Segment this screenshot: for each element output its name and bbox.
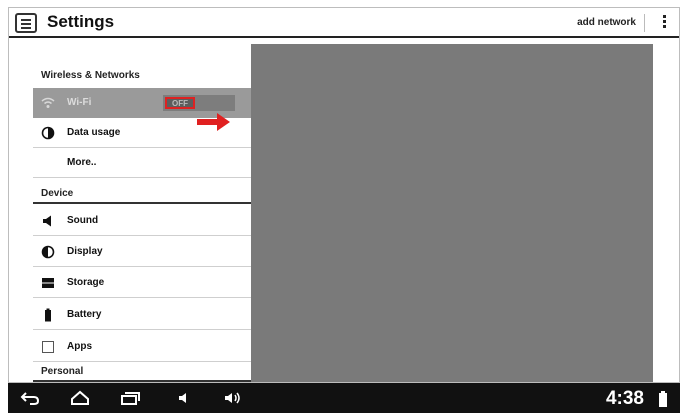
settings-list: Wireless & Networks Wi-Fi OFF Data usage…	[33, 44, 251, 382]
detail-pane	[251, 44, 653, 382]
data-usage-icon	[41, 126, 55, 140]
page-title: Settings	[47, 12, 115, 31]
volume-up-icon[interactable]	[222, 389, 242, 407]
display-label: Display	[67, 246, 103, 257]
navigation-bar: 4:38	[8, 383, 680, 413]
home-icon[interactable]	[70, 389, 90, 407]
settings-item-battery[interactable]: Battery	[33, 300, 251, 330]
section-header-wireless: Wireless & Networks	[41, 70, 140, 81]
action-bar-divider	[644, 14, 645, 32]
add-network-button[interactable]: add network	[577, 17, 636, 28]
status-battery-icon	[659, 391, 667, 407]
apps-label: Apps	[67, 341, 92, 352]
recent-apps-icon[interactable]	[120, 389, 140, 407]
more-label: More..	[67, 157, 97, 168]
volume-down-icon[interactable]	[174, 389, 194, 407]
annotation-arrow-icon	[197, 113, 230, 131]
settings-item-sound[interactable]: Sound	[33, 206, 251, 236]
section-header-personal: Personal	[41, 366, 84, 377]
section-header-device: Device	[41, 188, 74, 199]
detail-margin	[653, 44, 679, 382]
battery-icon	[45, 308, 51, 322]
settings-item-more[interactable]: More..	[33, 148, 251, 178]
sound-label: Sound	[67, 215, 99, 226]
status-clock: 4:38	[605, 388, 644, 409]
screen-frame: Settings add network Wireless & Networks…	[8, 7, 680, 383]
speaker-icon	[43, 215, 51, 227]
section-divider-personal	[33, 380, 251, 382]
back-icon[interactable]	[20, 389, 40, 407]
wifi-toggle-state: OFF	[165, 97, 195, 109]
wifi-label: Wi-Fi	[67, 97, 92, 108]
storage-icon	[42, 278, 54, 288]
settings-item-display[interactable]: Display	[33, 237, 251, 267]
section-divider-device	[33, 202, 251, 204]
apps-icon	[42, 341, 54, 353]
settings-list-icon[interactable]	[15, 13, 37, 33]
battery-label: Battery	[67, 309, 102, 320]
brightness-icon	[41, 245, 55, 259]
settings-item-apps[interactable]: Apps	[33, 332, 251, 362]
action-bar: Settings add network	[9, 8, 679, 38]
overflow-menu-icon[interactable]	[661, 15, 667, 31]
wifi-icon	[41, 97, 55, 108]
wifi-toggle[interactable]: OFF	[163, 95, 235, 111]
data-usage-label: Data usage	[67, 127, 121, 138]
settings-item-storage[interactable]: Storage	[33, 268, 251, 298]
storage-label: Storage	[67, 277, 105, 288]
